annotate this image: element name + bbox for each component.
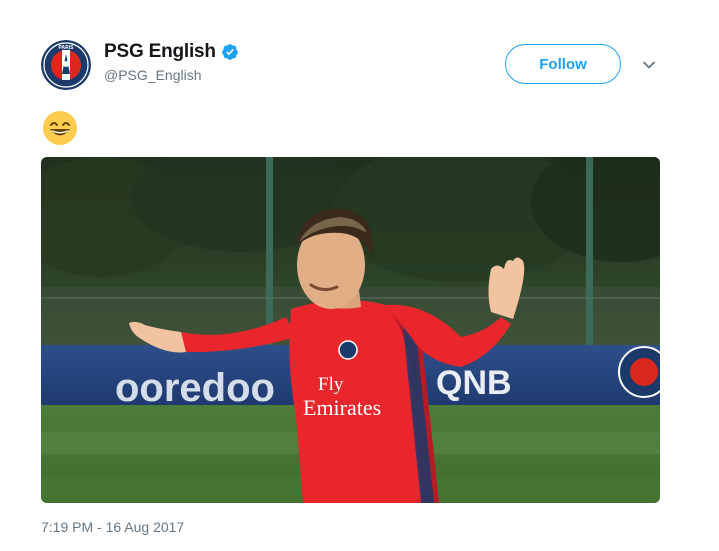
tweet-photo[interactable]: ooredoo QNB Fly Emirates (41, 157, 660, 503)
handle[interactable]: @PSG_English (104, 67, 239, 83)
shirt-sponsor-line1: Fly (318, 374, 344, 395)
display-name[interactable]: PSG English (104, 41, 216, 63)
ad-board-right-text: QNB (436, 364, 512, 402)
tweet-timestamp[interactable]: 7:19 PM - 16 Aug 2017 (41, 519, 184, 535)
verified-badge-icon (221, 43, 239, 61)
psg-logo-icon: PARIS (41, 40, 91, 90)
author-block: PSG English @PSG_English (104, 40, 239, 83)
tweet-card: PARIS PSG English @PSG_English Follow oo… (0, 0, 719, 551)
chevron-down-icon[interactable] (640, 56, 658, 74)
display-name-row: PSG English (104, 40, 239, 64)
follow-button[interactable]: Follow (505, 44, 621, 84)
grinning-face-emoji-icon (42, 110, 78, 146)
avatar[interactable]: PARIS (41, 40, 91, 90)
shirt-sponsor-line2: Emirates (303, 395, 381, 420)
photo-illustration: ooredoo QNB Fly Emirates (41, 157, 660, 503)
avatar-badge-text: PARIS (59, 45, 75, 51)
ad-board-left-text: ooredoo (115, 366, 275, 410)
